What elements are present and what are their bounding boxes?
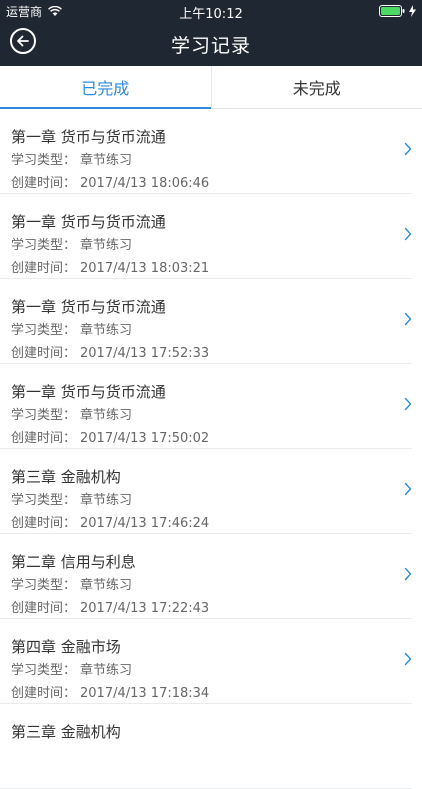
status-right	[379, 5, 416, 17]
record-type-label: 学习类型：	[11, 578, 76, 593]
list-item[interactable]: 第三章 金融机构学习类型： 章节练习创建时间： 2017/4/13 17:46:24	[0, 449, 412, 534]
record-created-value: 2017/4/13 17:46:24	[80, 516, 209, 531]
record-created: 创建时间： 2017/4/13 18:06:46	[11, 172, 412, 195]
record-type-value: 章节练习	[80, 408, 132, 423]
chevron-right-icon	[404, 397, 412, 411]
record-created-label: 创建时间：	[11, 176, 76, 191]
wifi-icon	[48, 6, 62, 17]
record-title: 第一章 货币与货币流通	[11, 380, 412, 404]
nav-bar: 学习记录	[0, 22, 422, 66]
header: 运营商 上午10:12 学习记录	[0, 0, 422, 66]
record-type-value: 章节练习	[80, 238, 132, 253]
record-created: 创建时间： 2017/4/13 17:46:24	[11, 512, 412, 535]
record-title: 第三章 金融机构	[11, 465, 412, 489]
record-type-label: 学习类型：	[11, 663, 76, 678]
record-type-value: 章节练习	[80, 153, 132, 168]
record-type-label: 学习类型：	[11, 493, 76, 508]
list-item[interactable]: 第一章 货币与货币流通学习类型： 章节练习创建时间： 2017/4/13 17:50…	[0, 364, 412, 449]
record-type: 学习类型： 章节练习	[11, 574, 412, 597]
record-type-label: 学习类型：	[11, 238, 76, 253]
list-item[interactable]: 第四章 金融市场学习类型： 章节练习创建时间： 2017/4/13 17:18:34	[0, 619, 412, 704]
record-created: 创建时间： 2017/4/13 17:22:43	[11, 597, 412, 620]
record-list: 第一章 货币与货币流通学习类型：章节练习创建时间：2017/4/13 18:06…	[0, 109, 422, 789]
record-type: 学习类型： 章节练习	[11, 234, 412, 257]
page-title: 学习记录	[171, 31, 251, 58]
record-title: 第二章 信用与利息	[11, 550, 412, 574]
chevron-right-icon	[404, 567, 412, 581]
carrier-label: 运营商	[6, 3, 42, 20]
chevron-right-icon	[404, 652, 412, 666]
record-type: 学习类型： 章节练习	[11, 319, 412, 342]
record-created: 创建时间： 2017/4/13 17:18:34	[11, 682, 412, 705]
chevron-right-icon	[404, 312, 412, 326]
list-item[interactable]: 第一章 货币与货币流通学习类型： 章节练习创建时间： 2017/4/13 18:03…	[0, 194, 412, 279]
record-title: 第一章 货币与货币流通	[11, 125, 412, 149]
record-created-label: 创建时间：	[11, 261, 76, 276]
back-arrow-icon	[16, 34, 30, 48]
record-type-label: 学习类型：	[11, 153, 76, 168]
record-type-label: 学习类型：	[11, 323, 76, 338]
tab-incomplete[interactable]: 未完成	[211, 66, 422, 108]
back-button[interactable]	[10, 28, 36, 54]
list-item[interactable]: 第二章 信用与利息学习类型： 章节练习创建时间： 2017/4/13 17:22:4…	[0, 534, 412, 619]
record-created-value: 2017/4/13 17:22:43	[80, 601, 209, 616]
charging-bolt-icon	[409, 5, 416, 17]
tab-completed[interactable]: 已完成	[0, 66, 211, 108]
record-type: 学习类型： 章节练习	[11, 404, 412, 427]
record-title: 第四章 金融市场	[11, 635, 412, 659]
record-created-label: 创建时间：	[11, 686, 76, 701]
record-title: 第一章 货币与货币流通	[11, 210, 412, 234]
record-title: 第三章 金融机构	[11, 720, 412, 744]
list-item[interactable]: 第三章 金融机构	[0, 704, 412, 789]
record-type: 学习类型： 章节练习	[11, 149, 412, 172]
status-time: 上午10:12	[0, 3, 422, 22]
status-left: 运营商	[6, 3, 62, 20]
record-type: 学习类型： 章节练习	[11, 489, 412, 512]
record-created-value: 2017/4/13 18:06:46	[80, 176, 209, 191]
chevron-right-icon	[404, 227, 412, 241]
record-created-label: 创建时间：	[11, 516, 76, 531]
record-created: 创建时间： 2017/4/13 18:03:21	[11, 257, 412, 280]
tab-bar: 已完成 未完成	[0, 66, 422, 109]
record-created: 创建时间： 2017/4/13 17:52:33	[11, 342, 412, 365]
record-created: 创建时间： 2017/4/13 17:50:02	[11, 427, 412, 450]
record-type-label: 学习类型：	[11, 408, 76, 423]
record-type-value: 章节练习	[80, 663, 132, 678]
record-type-value: 章节练习	[80, 493, 132, 508]
record-created-label: 创建时间：	[11, 346, 76, 361]
battery-icon	[379, 5, 405, 17]
record-created-label: 创建时间：	[11, 601, 76, 616]
record-created-label: 创建时间：	[11, 431, 76, 446]
record-created-value: 2017/4/13 18:03:21	[80, 261, 209, 276]
list-item[interactable]: 第一章 货币与货币流通学习类型： 章节练习创建时间： 2017/4/13 17:52…	[0, 279, 412, 364]
record-type: 学习类型： 章节练习	[11, 659, 412, 682]
record-created-value: 2017/4/13 17:18:34	[80, 686, 209, 701]
chevron-right-icon	[404, 482, 412, 496]
record-created-value: 2017/4/13 17:50:02	[80, 431, 209, 446]
status-bar: 运营商 上午10:12	[0, 0, 422, 22]
record-title: 第一章 货币与货币流通	[11, 295, 412, 319]
list-item[interactable]: 第一章 货币与货币流通学习类型： 章节练习创建时间： 2017/4/13 18:06…	[0, 109, 412, 194]
record-created-value: 2017/4/13 17:52:33	[80, 346, 209, 361]
record-type-value: 章节练习	[80, 323, 132, 338]
record-type-value: 章节练习	[80, 578, 132, 593]
chevron-right-icon	[404, 142, 412, 156]
